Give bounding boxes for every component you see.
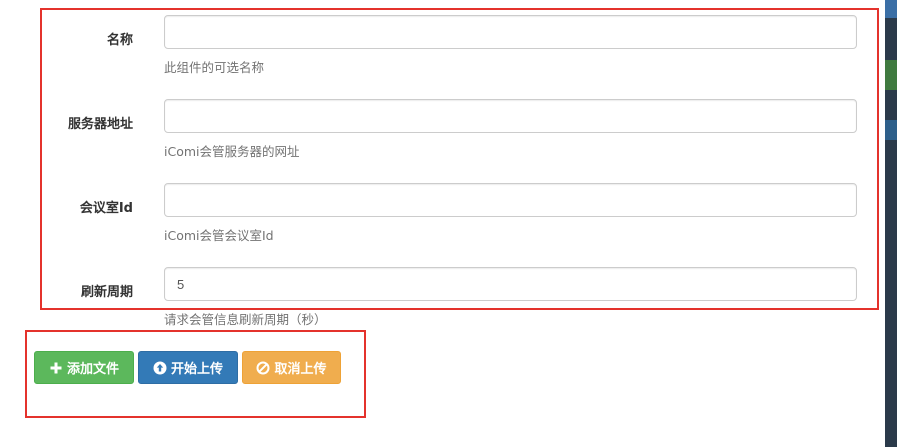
window-edge-strip	[885, 0, 897, 447]
refresh-period-help-text: 请求会管信息刷新周期（秒）	[164, 312, 327, 327]
form-highlight-frame	[40, 8, 879, 310]
buttons-highlight-frame	[25, 330, 366, 418]
